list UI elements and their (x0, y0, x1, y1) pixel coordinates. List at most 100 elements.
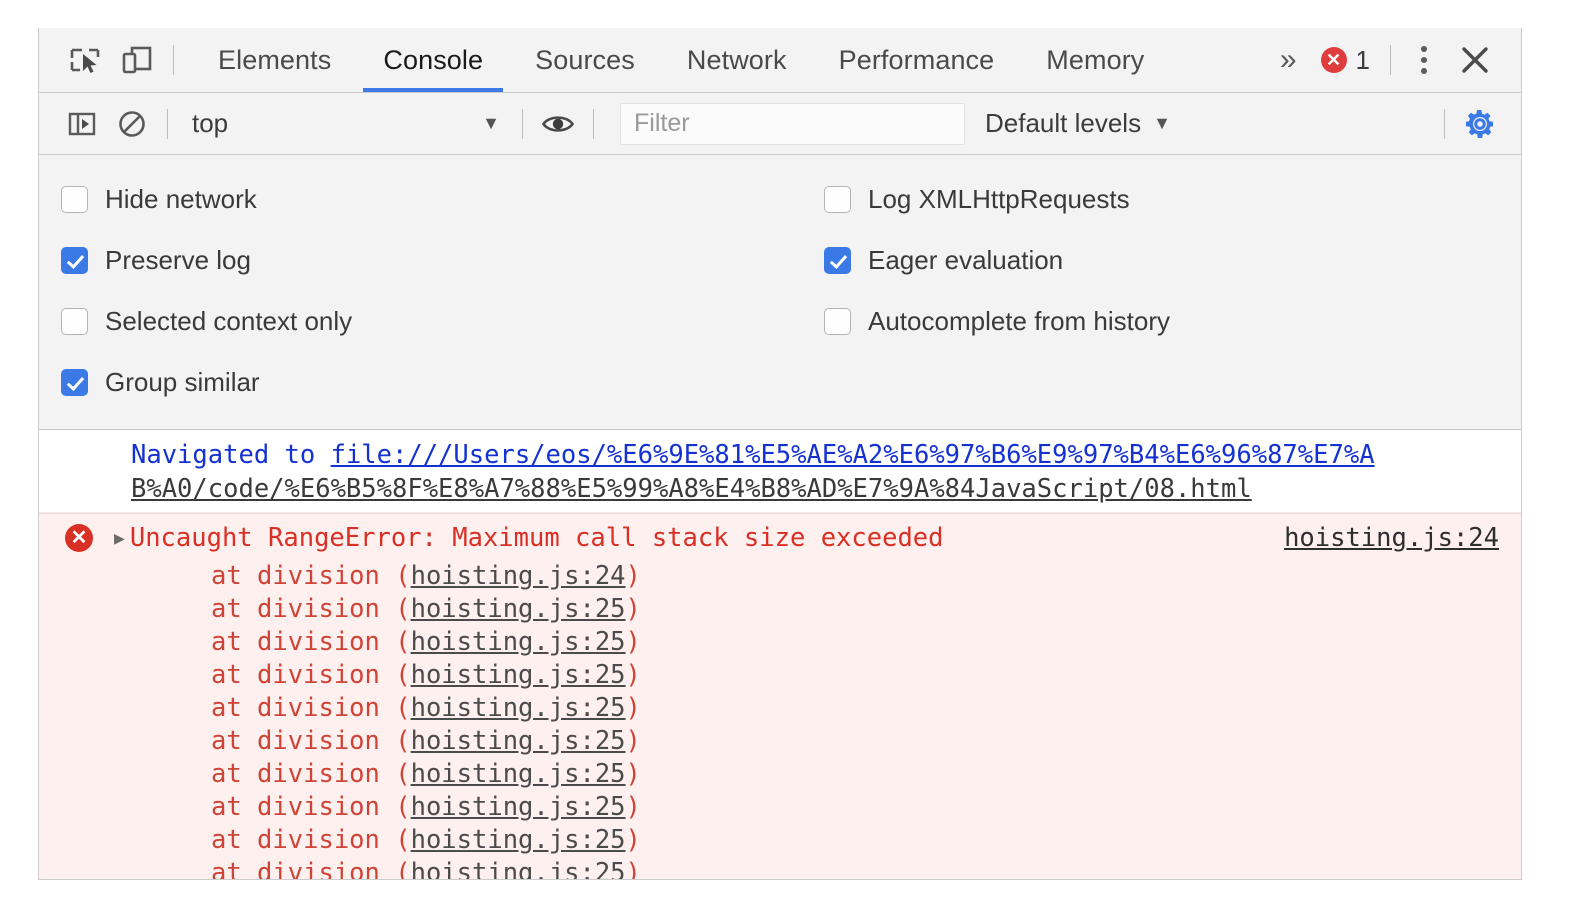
log-xmlhttprequests-checkbox[interactable] (824, 186, 851, 213)
filter-input[interactable]: Filter (620, 102, 965, 145)
device-toolbar-icon[interactable] (111, 34, 163, 86)
console-settings-pane: Hide network Preserve log Selected conte… (39, 155, 1521, 430)
tab-elements-label: Elements (218, 44, 332, 75)
stack-frame-link[interactable]: hoisting.js:25 (411, 726, 626, 756)
close-devtools-icon[interactable] (1447, 34, 1503, 86)
tab-console[interactable]: Console (357, 28, 509, 92)
error-circle-icon: ✕ (65, 524, 93, 552)
stack-frame-link[interactable]: hoisting.js:25 (411, 792, 626, 822)
stack-frame: at division (hoisting.js:25) (211, 725, 1521, 758)
setting-group-similar[interactable]: Group similar (61, 352, 816, 413)
stack-frame-suffix: ) (625, 660, 641, 690)
stack-frame: at division (hoisting.js:25) (211, 626, 1521, 659)
tabbar-divider (173, 45, 174, 75)
stack-frame-prefix: at division ( (211, 759, 411, 789)
stack-frame-link[interactable]: hoisting.js:24 (411, 561, 626, 591)
stack-frame: at division (hoisting.js:25) (211, 659, 1521, 692)
expand-triangle-icon[interactable]: ▶ (114, 528, 125, 549)
stack-frame-suffix: ) (625, 825, 641, 855)
stack-frame-suffix: ) (625, 594, 641, 624)
tab-performance[interactable]: Performance (813, 28, 1021, 92)
navigated-url-part1[interactable]: file:///Users/eos/%E6%9E%81%E5%AE%A2%E6%… (331, 440, 1375, 470)
hide-network-checkbox[interactable] (61, 186, 88, 213)
log-xmlhttprequests-label: Log XMLHttpRequests (868, 184, 1130, 214)
clear-console-icon[interactable] (107, 99, 157, 149)
stack-frame: at division (hoisting.js:25) (211, 593, 1521, 626)
setting-eager-evaluation[interactable]: Eager evaluation (824, 230, 1170, 291)
stack-frame-prefix: at division ( (211, 726, 411, 756)
setting-log-xmlhttprequests[interactable]: Log XMLHttpRequests (824, 169, 1170, 230)
stack-frame-link[interactable]: hoisting.js:25 (411, 594, 626, 624)
setting-preserve-log[interactable]: Preserve log (61, 230, 816, 291)
settings-column-left: Hide network Preserve log Selected conte… (39, 169, 816, 413)
setting-autocomplete-from-history[interactable]: Autocomplete from history (824, 291, 1170, 352)
selected-context-only-label: Selected context only (105, 306, 353, 336)
error-circle-icon: ✕ (1320, 47, 1347, 73)
stack-frame: at division (hoisting.js:25) (211, 692, 1521, 725)
stack-frame-prefix: at division ( (211, 693, 411, 723)
tab-memory[interactable]: Memory (1020, 28, 1170, 92)
stack-frame: at division (hoisting.js:24) (211, 560, 1521, 593)
navigation-line-1: Navigated to file:///Users/eos/%E6%9E%81… (39, 438, 1521, 472)
log-levels-select[interactable]: Default levels ▼ (985, 108, 1171, 139)
more-options-icon[interactable] (1401, 46, 1447, 74)
stack-frame-link[interactable]: hoisting.js:25 (411, 660, 626, 690)
error-source-link[interactable]: hoisting.js:24 (1284, 520, 1499, 556)
navigated-to-label: Navigated to (131, 440, 331, 470)
tab-sources[interactable]: Sources (509, 28, 661, 92)
setting-selected-context-only[interactable]: Selected context only (61, 291, 816, 352)
selected-context-only-checkbox[interactable] (61, 308, 88, 335)
stack-frame-suffix: ) (625, 726, 641, 756)
live-expression-icon[interactable] (533, 99, 583, 149)
stack-frame: at division (hoisting.js:25) (211, 824, 1521, 857)
stack-frame-suffix: ) (625, 627, 641, 657)
filterbar-right (1434, 99, 1521, 149)
execution-context-value: top (192, 108, 229, 138)
tab-sources-label: Sources (535, 44, 635, 75)
error-count-label: 1 (1355, 44, 1370, 75)
stack-frame-prefix: at division ( (211, 792, 411, 822)
console-message-list: Navigated to file:///Users/eos/%E6%9E%81… (39, 430, 1521, 880)
stack-frame-link[interactable]: hoisting.js:25 (411, 627, 626, 657)
stack-frame-suffix: ) (625, 759, 641, 789)
group-similar-checkbox[interactable] (61, 369, 88, 396)
stack-frame-suffix: ) (625, 561, 641, 591)
more-tabs-icon[interactable]: » (1266, 45, 1311, 75)
stack-frame-link[interactable]: hoisting.js:25 (411, 693, 626, 723)
error-stack-trace: at division (hoisting.js:24) at division… (39, 560, 1521, 880)
stack-frame-prefix: at division ( (211, 825, 411, 855)
devtools-window: Elements Console Sources Network Perform… (38, 28, 1522, 880)
tab-elements[interactable]: Elements (192, 28, 357, 92)
tab-network[interactable]: Network (661, 28, 813, 92)
stack-frame-prefix: at division ( (211, 858, 411, 880)
tabbar-right-controls: » ✕ 1 (1266, 28, 1521, 92)
chevron-down-icon: ▼ (1153, 113, 1171, 133)
console-filter-toolbar: top ▼ Filter Default levels ▼ (39, 93, 1521, 155)
navigation-line-2: B%A0/code/%E6%B5%8F%E8%A7%88%E5%99%A8%E4… (39, 472, 1521, 506)
filterbar-divider-1 (167, 108, 168, 139)
error-message-text: Uncaught RangeError: Maximum call stack … (129, 523, 944, 553)
error-count-badge[interactable]: ✕ 1 (1311, 45, 1380, 76)
stack-frame: at division (hoisting.js:25) (211, 791, 1521, 824)
devtools-tabbar: Elements Console Sources Network Perform… (39, 28, 1521, 93)
chevron-down-icon: ▼ (482, 113, 500, 133)
preserve-log-checkbox[interactable] (61, 247, 88, 274)
stack-frame-link[interactable]: hoisting.js:25 (411, 858, 626, 879)
filterbar-divider-3 (593, 108, 594, 139)
tabbar-right-divider (1390, 45, 1391, 75)
console-message-navigation: Navigated to file:///Users/eos/%E6%9E%81… (39, 430, 1521, 513)
stack-frame-prefix: at division ( (211, 627, 411, 657)
autocomplete-from-history-checkbox[interactable] (824, 308, 851, 335)
navigated-url-part2[interactable]: B%A0/code/%E6%B5%8F%E8%A7%88%E5%99%A8%E4… (131, 474, 1252, 504)
eager-evaluation-checkbox[interactable] (824, 247, 851, 274)
stack-frame-link[interactable]: hoisting.js:25 (411, 759, 626, 789)
stack-frame-prefix: at division ( (211, 561, 411, 591)
filterbar-divider-2 (522, 108, 523, 139)
execution-context-select[interactable]: top ▼ (178, 108, 512, 139)
stack-frame-link[interactable]: hoisting.js:25 (411, 825, 626, 855)
console-sidebar-icon[interactable] (57, 99, 107, 149)
setting-hide-network[interactable]: Hide network (61, 169, 816, 230)
error-header-row: ✕ ▶ Uncaught RangeError: Maximum call st… (39, 520, 1521, 560)
inspect-element-icon[interactable] (59, 34, 111, 86)
gear-icon[interactable] (1455, 99, 1505, 149)
